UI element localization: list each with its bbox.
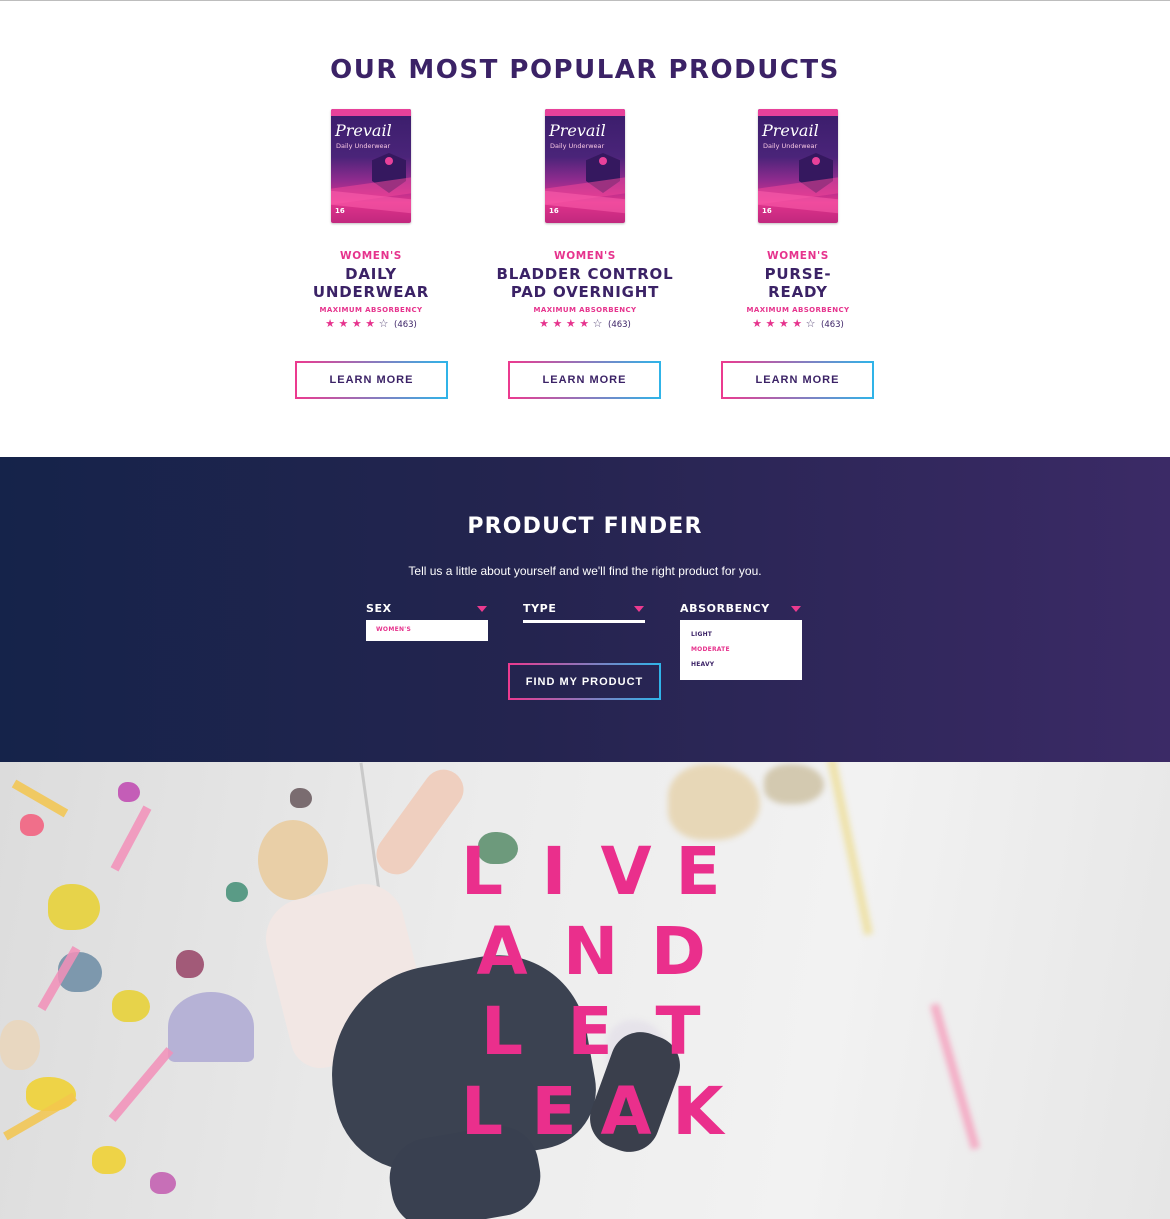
absorbency-dropdown[interactable]: ABSORBENCY LIGHT MODERATE HEAVY xyxy=(680,602,803,680)
product-eyebrow: WOMEN'S xyxy=(554,250,616,262)
dropdown-underline xyxy=(523,620,645,623)
absorbency-options-menu: LIGHT MODERATE HEAVY xyxy=(680,620,802,680)
pack-count: 16 xyxy=(549,207,559,215)
hero-line: LET xyxy=(455,992,725,1072)
product-absorbency: MAXIMUM ABSORBENCY xyxy=(746,306,850,314)
star-icon: ★ xyxy=(325,317,335,330)
star-icon: ★ xyxy=(752,317,762,330)
hero-letter: E xyxy=(531,1073,577,1150)
pack-brand: Prevail xyxy=(549,121,606,140)
section-title: OUR MOST POPULAR PRODUCTS xyxy=(330,55,840,85)
star-icon: ★ xyxy=(552,317,563,330)
star-icon: ★ xyxy=(565,317,576,330)
star-icon: ★ xyxy=(778,317,789,330)
star-icon: ★ xyxy=(539,317,549,330)
pack-subtitle: Daily Underwear xyxy=(550,142,605,150)
caret-down-icon[interactable] xyxy=(791,606,801,612)
product-title-line: DAILY xyxy=(345,265,397,283)
star-rating: ★ ★ ★ ★ ☆ (463) xyxy=(698,317,898,332)
dropdown-option[interactable]: LIGHT xyxy=(691,631,791,646)
hero-letter: N xyxy=(563,913,619,990)
star-empty-icon: ☆ xyxy=(378,317,389,330)
dropdown-option[interactable]: HEAVY xyxy=(691,661,791,676)
star-empty-icon: ☆ xyxy=(805,317,816,330)
dropdown-label: SEX xyxy=(366,602,392,615)
product-package-image[interactable]: Prevail Daily Underwear 16 xyxy=(331,109,411,223)
hero-line: LIVE xyxy=(455,832,725,912)
dropdown-selected-value[interactable]: WOMEN'S xyxy=(366,620,488,641)
hero-letter: A xyxy=(476,913,528,990)
hero-letter: I xyxy=(541,833,567,910)
type-dropdown[interactable]: TYPE xyxy=(523,602,646,623)
finder-title: PRODUCT FINDER xyxy=(467,514,703,539)
product-title[interactable]: BLADDER CONTROL PAD OVERNIGHT xyxy=(485,265,685,301)
hero-letter: E xyxy=(675,833,721,910)
hero-letter: A xyxy=(600,1073,652,1150)
product-title-line: PURSE- xyxy=(764,265,832,283)
hero-letter: L xyxy=(480,993,524,1070)
product-package-image[interactable]: Prevail Daily Underwear 16 xyxy=(758,109,838,223)
hero-letter: L xyxy=(460,833,504,910)
caret-down-icon[interactable] xyxy=(477,606,487,612)
dropdown-label: ABSORBENCY xyxy=(680,602,770,615)
star-icon: ★ xyxy=(365,317,376,330)
pack-count: 16 xyxy=(762,207,772,215)
product-absorbency: MAXIMUM ABSORBENCY xyxy=(319,306,423,314)
star-icon: ★ xyxy=(351,317,362,330)
product-absorbency: MAXIMUM ABSORBENCY xyxy=(533,306,637,314)
pack-subtitle: Daily Underwear xyxy=(763,142,818,150)
product-card[interactable]: Prevail Daily Underwear 16 WOMEN'S PURSE… xyxy=(698,109,898,332)
product-title-line: PAD OVERNIGHT xyxy=(510,283,660,301)
product-eyebrow: WOMEN'S xyxy=(340,250,402,262)
review-count[interactable]: (463) xyxy=(608,320,631,330)
product-title-line: BLADDER CONTROL xyxy=(496,265,674,283)
star-icon: ★ xyxy=(765,317,776,330)
caret-down-icon[interactable] xyxy=(634,606,644,612)
product-card[interactable]: Prevail Daily Underwear 16 WOMEN'S BLADD… xyxy=(485,109,685,332)
product-title-line: READY xyxy=(768,283,828,301)
hero-letter: K xyxy=(672,1073,724,1150)
hero-letter: E xyxy=(567,993,613,1070)
review-count[interactable]: (463) xyxy=(821,320,844,330)
star-icon: ★ xyxy=(579,317,590,330)
sex-dropdown[interactable]: SEX WOMEN'S xyxy=(366,602,489,641)
star-icon: ★ xyxy=(792,317,803,330)
climber-head xyxy=(258,820,328,900)
pack-brand: Prevail xyxy=(335,121,392,140)
pack-subtitle: Daily Underwear xyxy=(336,142,391,150)
hero-headline: LIVE AND LET LEAK xyxy=(455,832,725,1152)
find-my-product-button[interactable]: FIND MY PRODUCT xyxy=(508,663,661,700)
product-finder-section: PRODUCT FINDER Tell us a little about yo… xyxy=(0,457,1170,762)
dropdown-label: TYPE xyxy=(523,602,557,615)
learn-more-button[interactable]: LEARN MORE xyxy=(508,361,661,399)
star-icon: ★ xyxy=(338,317,349,330)
hero-banner: LIVE AND LET LEAK xyxy=(0,762,1170,1219)
product-eyebrow: WOMEN'S xyxy=(767,250,829,262)
star-rating: ★ ★ ★ ★ ☆ (463) xyxy=(485,317,685,332)
product-card[interactable]: Prevail Daily Underwear 16 WOMEN'S DAILY… xyxy=(271,109,471,332)
hero-line: AND xyxy=(455,912,725,992)
type-dropdown-toggle[interactable]: TYPE xyxy=(523,602,646,620)
product-package-image[interactable]: Prevail Daily Underwear 16 xyxy=(545,109,625,223)
product-title-line: UNDERWEAR xyxy=(312,283,430,301)
hero-letter: V xyxy=(600,833,652,910)
pack-count: 16 xyxy=(335,207,345,215)
star-empty-icon: ☆ xyxy=(592,317,603,330)
product-title[interactable]: PURSE- READY xyxy=(698,265,898,301)
sex-dropdown-toggle[interactable]: SEX xyxy=(366,602,489,620)
hero-line: LEAK xyxy=(455,1072,725,1152)
review-count[interactable]: (463) xyxy=(394,320,417,330)
learn-more-button[interactable]: LEARN MORE xyxy=(721,361,874,399)
dropdown-option[interactable]: MODERATE xyxy=(691,646,791,661)
hero-letter: D xyxy=(651,913,706,990)
product-title[interactable]: DAILY UNDERWEAR xyxy=(271,265,471,301)
hero-letter: L xyxy=(460,1073,504,1150)
hero-letter: T xyxy=(655,993,701,1070)
absorbency-dropdown-toggle[interactable]: ABSORBENCY xyxy=(680,602,803,620)
star-rating: ★ ★ ★ ★ ☆ (463) xyxy=(271,317,471,332)
pack-brand: Prevail xyxy=(762,121,819,140)
popular-products-section: OUR MOST POPULAR PRODUCTS Prevail Daily … xyxy=(0,1,1170,457)
learn-more-button[interactable]: LEARN MORE xyxy=(295,361,448,399)
finder-subtitle: Tell us a little about yourself and we'l… xyxy=(408,564,762,578)
